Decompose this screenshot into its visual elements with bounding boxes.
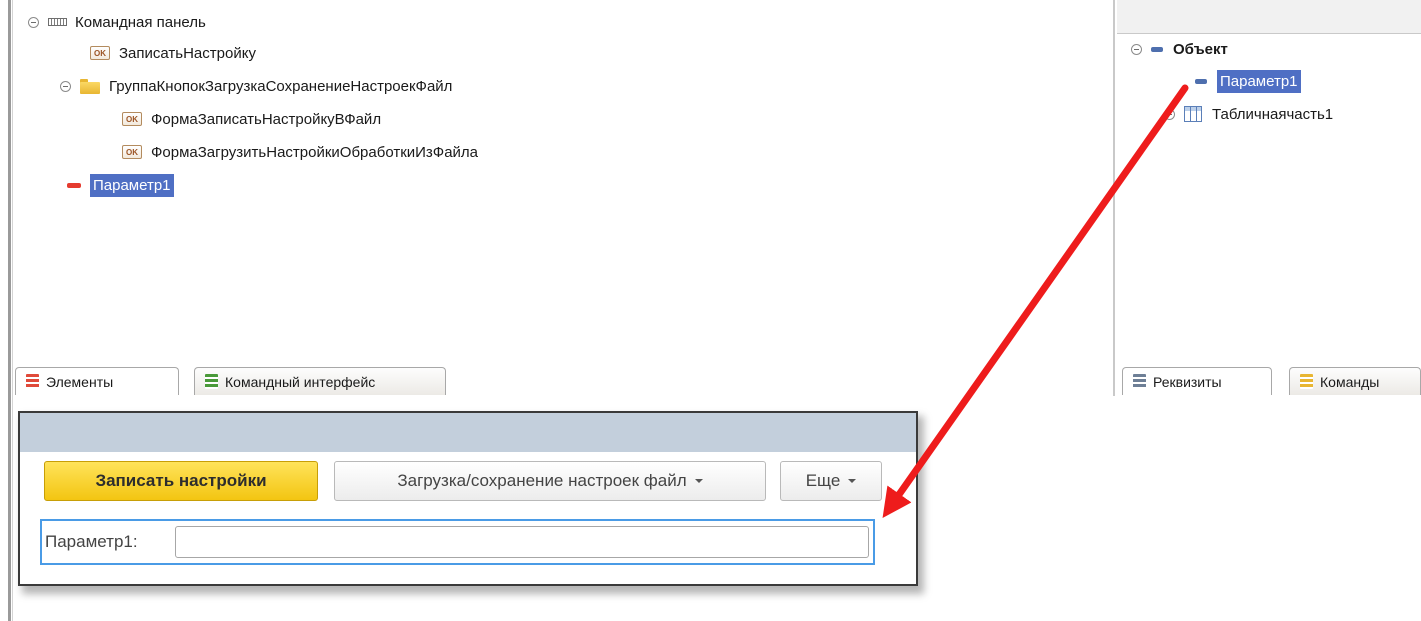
panel-left-border [8,0,11,621]
form-titlebar [20,413,916,452]
tree-node-label: Параметр1 [90,173,174,197]
commands-icon [1300,374,1313,389]
save-settings-button[interactable]: Записать настройки [44,461,318,501]
table-icon [1184,106,1202,122]
tab-attributes[interactable]: Реквизиты [1122,367,1272,395]
parameter1-field-group: Параметр1: [40,519,875,565]
tab-commands[interactable]: Команды [1289,367,1421,395]
tree-node-object[interactable]: Объект [1131,35,1228,63]
tree-node-label: ФормаЗагрузитьНастройкиОбработкиИзФайла [151,143,479,161]
tab-label: Реквизиты [1153,373,1222,390]
attributes-icon [1133,374,1146,389]
tree-node-label: ГруппаКнопокЗагрузкаСохранениеНастроекФа… [109,77,453,95]
parameter1-label: Параметр1: [45,532,138,551]
tree-node-label: Командная панель [75,13,206,31]
tab-label: Командный интерфейс [225,373,376,390]
tree-node-command-panel[interactable]: Командная панель [28,8,206,36]
button-label: Записать настройки [95,471,267,490]
elements-icon [26,374,39,389]
command-panel-icon [48,18,67,26]
collapse-icon[interactable] [1131,43,1142,55]
tree-node-button[interactable]: OK ЗаписатьНастройку [90,39,256,67]
object-attribute-icon [1151,46,1163,52]
dropdown-caret-icon [848,479,857,483]
tab-elements[interactable]: Элементы [15,367,179,395]
panel-separator[interactable] [1113,0,1115,396]
button-label: Еще [805,471,841,490]
tree-node-label: Параметр1 [1217,69,1301,93]
tree-node-attribute-selected[interactable]: Параметр1 [1195,67,1301,95]
expand-icon[interactable] [1164,108,1175,120]
tab-command-interface[interactable]: Командный интерфейс [194,367,446,395]
collapse-icon[interactable] [60,80,71,92]
button-label: Загрузка/сохранение настроек файл [397,471,687,490]
form-preview: Записать настройки Загрузка/сохранение н… [18,411,918,586]
parameter1-input[interactable] [175,526,869,558]
ok-button-icon: OK [122,145,142,159]
attributes-panel-header [1117,0,1421,34]
tree-node-label: Табличнаячасть1 [1212,105,1334,123]
load-save-settings-menu-button[interactable]: Загрузка/сохранение настроек файл [334,461,766,501]
tree-node-label: Объект [1173,40,1228,58]
tree-node-field-selected[interactable]: Параметр1 [67,171,174,199]
panel-left-border-inner [12,0,13,621]
tab-label: Команды [1320,373,1380,390]
tree-node-button[interactable]: OK ФормаЗагрузитьНастройкиОбработкиИзФай… [122,138,478,166]
tree-node-button-group[interactable]: ГруппаКнопокЗагрузкаСохранениеНастроекФа… [60,72,452,100]
ok-button-icon: OK [122,112,142,126]
tree-node-label: ФормаЗаписатьНастройкуВФайл [151,110,382,128]
annotation-arrow-line [882,84,1189,519]
tab-label: Элементы [46,373,114,390]
tree-node-button[interactable]: OK ФормаЗаписатьНастройкуВФайл [122,105,381,133]
ok-button-icon: OK [90,46,110,60]
folder-icon [80,78,100,94]
tree-node-label: ЗаписатьНастройку [119,44,256,62]
command-interface-icon [205,374,218,389]
more-menu-button[interactable]: Еще [780,461,882,501]
collapse-icon[interactable] [28,16,39,28]
attribute-icon [1195,78,1207,84]
dropdown-caret-icon [694,479,703,483]
attribute-field-icon [67,182,81,188]
tree-node-table-section[interactable]: Табличнаячасть1 [1164,100,1333,128]
